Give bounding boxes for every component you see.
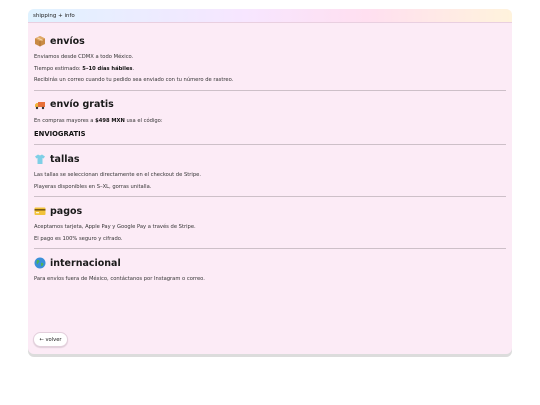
info-content: envíos Enviamos desde CDMX a todo México…	[28, 23, 512, 286]
section-heading: internacional	[34, 255, 506, 271]
section-text: Tiempo estimado: 5–10 días hábiles.	[34, 64, 506, 76]
section-internacional: internacional Para envíos fuera de Méxic…	[34, 249, 506, 286]
window-title: shipping + info	[33, 12, 75, 19]
info-window: shipping + info envíos Enviamos desde CD…	[28, 9, 512, 354]
delivery-time: 5–10 días hábiles	[82, 65, 133, 72]
section-text: El pago es 100% seguro y cifrado.	[34, 235, 123, 242]
section-text: Enviamos desde CDMX a todo México.	[34, 54, 134, 60]
section-title: tallas	[50, 153, 80, 165]
section-tallas: tallas Las tallas se seleccionan directa…	[34, 145, 506, 197]
text-suffix: .	[132, 65, 135, 72]
credit-card-icon	[34, 205, 46, 217]
package-icon	[34, 35, 46, 47]
section-envio-gratis: envío gratis En compras mayores a $498 M…	[34, 91, 506, 145]
section-envios: envíos Enviamos desde CDMX a todo México…	[34, 23, 506, 91]
section-text: Aceptamos tarjeta, Apple Pay y Google Pa…	[34, 224, 196, 230]
minimum-amount: $498 MXN	[95, 117, 125, 124]
delivery-truck-icon	[34, 99, 46, 111]
section-text: Para envíos fuera de México, contáctanos…	[34, 276, 205, 282]
section-heading: envíos	[34, 33, 506, 49]
section-title: envíos	[50, 35, 85, 47]
section-text: En compras mayores a $498 MXN usa el cód…	[34, 116, 506, 128]
section-title: internacional	[50, 257, 121, 269]
text-suffix: usa el código:	[124, 117, 163, 124]
section-heading: envío gratis	[34, 97, 506, 113]
section-text: Las tallas se seleccionan directamente e…	[34, 172, 201, 178]
back-button[interactable]: ← volver	[33, 332, 68, 347]
section-title: pagos	[50, 205, 83, 217]
text-prefix: Tiempo estimado:	[34, 65, 83, 72]
section-text: Recibirás un correo cuando tu pedido sea…	[34, 77, 234, 83]
section-title: envío gratis	[50, 99, 114, 110]
text-prefix: En compras mayores a	[34, 117, 96, 124]
section-heading: pagos	[34, 203, 506, 219]
promo-code: ENVIOGRATIS	[34, 130, 86, 138]
globe-icon	[34, 257, 46, 269]
section-pagos: pagos Aceptamos tarjeta, Apple Pay y Goo…	[34, 197, 506, 249]
window-titlebar: shipping + info	[28, 9, 512, 23]
section-text: Playeras disponibles en S–XL, gorras uni…	[34, 183, 152, 190]
section-heading: tallas	[34, 151, 506, 167]
t-shirt-icon	[34, 153, 46, 165]
